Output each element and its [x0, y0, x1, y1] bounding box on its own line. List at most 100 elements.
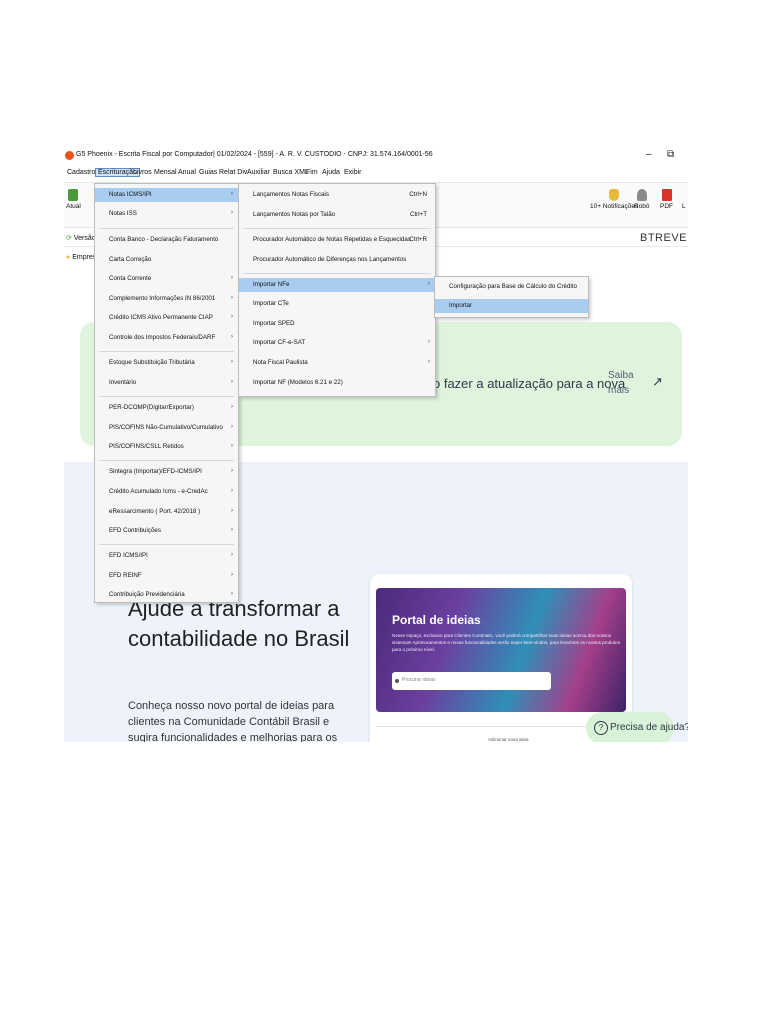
menu-exibir[interactable]: Exibir	[343, 169, 363, 176]
robot-button[interactable]: Robô	[634, 189, 650, 210]
menu-item-label: Contribuição Previdenciária	[109, 591, 185, 598]
atual-button[interactable]: Atual	[66, 189, 81, 210]
menu-item-per-dcomp[interactable]: PER-DCOMP(Digitar/Exportar) ›	[95, 401, 238, 415]
submenu-arrow-icon: ›	[230, 526, 233, 533]
menu-item-label: Estoque Substituição Tributária	[109, 359, 195, 366]
menu-item-label: Complemento Informações IN 86/2001	[109, 295, 216, 302]
menu-item-credito-icms-ciap[interactable]: Crédito ICMS Ativo Permanente CIAP ›	[95, 311, 238, 325]
menu-separator	[243, 228, 431, 229]
portal-title: Portal de ideias	[392, 613, 481, 627]
notification-hand-icon	[609, 189, 620, 201]
menu-guias[interactable]: Guias	[198, 169, 218, 176]
menu-item-efd-icms-ipi[interactable]: EFD ICMS/IPI ›	[95, 549, 238, 563]
submenu-arrow-icon: ›	[230, 423, 233, 430]
minimize-button[interactable]: –	[646, 149, 652, 160]
menu-item-credito-acumulado[interactable]: Crédito Acumulado Icms - e-CredAc ›	[95, 485, 238, 499]
menu-item-label: Importar	[449, 302, 473, 309]
submenu-arrow-icon: ›	[230, 403, 233, 410]
menu-item-pis-cofins[interactable]: PIS/COFINS Não-Cumulativo/Cumulativo ›	[95, 421, 238, 435]
menu-item-nota-fiscal-paulista[interactable]: Nota Fiscal Paulista ›	[239, 356, 435, 370]
brand-logo: BTREVE	[639, 232, 687, 244]
saiba-mais-link[interactable]: Saiba mais	[608, 368, 648, 398]
menu-livros[interactable]: Livros	[132, 169, 153, 176]
restore-button[interactable]: ⧉	[667, 149, 674, 160]
menu-item-label: PIS/COFINS Não-Cumulativo/Cumulativo	[109, 424, 223, 431]
notas-icms-ipi-submenu: Lançamentos Notas Fiscais Ctrl+N Lançame…	[238, 183, 436, 397]
menu-item-procurador-diferencas[interactable]: Procurador Automático de Diferenças nos …	[239, 253, 435, 267]
menu-auxiliar[interactable]: Auxiliar	[246, 169, 271, 176]
submenu-arrow-icon: ›	[230, 294, 233, 301]
menu-item-importar-cfe-sat[interactable]: Importar CF-e-SAT ›	[239, 336, 435, 350]
menu-item-complemento-informacoes[interactable]: Complemento Informações IN 86/2001 ›	[95, 292, 238, 306]
portal-search-input[interactable]: Procurar ideias	[392, 672, 551, 690]
menu-cadastro[interactable]: Cadastro	[66, 169, 96, 176]
version-tab[interactable]: ⟳ Versão	[66, 234, 96, 242]
submenu-arrow-icon: ›	[427, 358, 430, 365]
menu-item-lancamentos-notas-talao[interactable]: Lançamentos Notas por Talão Ctrl+T	[239, 208, 435, 222]
external-arrow-icon[interactable]: ↗	[652, 374, 663, 390]
menu-item-procurador-notas-repetidas[interactable]: Procurador Automático de Notas Repetidas…	[239, 233, 435, 247]
menu-item-label: Nota Fiscal Paulista	[253, 359, 308, 366]
update-icon	[68, 189, 79, 201]
menu-separator	[99, 460, 234, 461]
submenu-arrow-icon: ›	[230, 507, 233, 514]
portal-subtitle: Nesse espaço, exclusivo para Clientes Co…	[392, 633, 621, 652]
menu-item-contribuicao-previdenciaria[interactable]: Contribuição Previdenciária ›	[95, 588, 238, 602]
title-bar: G5 Phoenix - Escrita Fiscal por Computad…	[64, 146, 688, 166]
submenu-arrow-icon: ›	[427, 280, 430, 287]
importar-nfe-submenu: Configuração para Base de Cálculo do Cré…	[434, 276, 589, 318]
menu-ajuda[interactable]: Ajuda	[321, 169, 341, 176]
submenu-arrow-icon: ›	[230, 442, 233, 449]
extra-button[interactable]: L	[682, 203, 686, 210]
shortcut-label: Ctrl+R	[409, 236, 427, 243]
submenu-arrow-icon: ›	[230, 333, 233, 340]
submenu-arrow-icon: ›	[230, 274, 233, 281]
menu-separator	[99, 228, 234, 229]
menu-item-conta-banco[interactable]: Conta Banco - Declaração Faturamento	[95, 233, 238, 247]
menu-item-conta-corrente[interactable]: Conta Corrente ›	[95, 272, 238, 286]
menu-anual[interactable]: Anual	[177, 169, 197, 176]
menu-item-label: Conta Banco - Declaração Faturamento	[109, 236, 219, 243]
menu-item-label: Carta Correção	[109, 256, 152, 263]
menu-item-inventario[interactable]: Inventário ›	[95, 376, 238, 390]
menu-item-carta-correcao[interactable]: Carta Correção	[95, 253, 238, 267]
pdf-button[interactable]: PDF	[660, 189, 673, 210]
menu-item-importar-nfe[interactable]: Importar NFe ›	[239, 278, 435, 292]
submenu-arrow-icon: ›	[230, 313, 233, 320]
menu-item-label: Inventário	[109, 379, 137, 386]
menu-item-label: EFD ICMS/IPI	[109, 552, 148, 559]
company-label: Empres	[72, 254, 97, 261]
menu-item-label: Crédito Acumulado Icms - e-CredAc	[109, 488, 208, 495]
menu-item-sintegra[interactable]: Sintegra (Importar)/EFD-ICMS/IPI ›	[95, 465, 238, 479]
menu-item-eressarcimento[interactable]: eRessarcimento ( Port. 42/2018 ) ›	[95, 505, 238, 519]
menu-item-controle-impostos[interactable]: Controle dos Impostos Federais/DARF ›	[95, 331, 238, 345]
submenu-arrow-icon: ›	[230, 571, 233, 578]
promo-heading: Ajude a transformar a contabilidade no B…	[128, 596, 350, 651]
menu-item-estoque-st[interactable]: Estoque Substituição Tributária ›	[95, 356, 238, 370]
menu-item-importar-cte[interactable]: Importar CTe	[239, 297, 435, 311]
notifications-button[interactable]: 10+ Notificações	[590, 189, 638, 210]
menu-item-label: Notas ISS	[109, 210, 137, 217]
menu-separator	[99, 351, 234, 352]
version-icon: ⟳	[66, 235, 72, 242]
menu-fim[interactable]: Fim	[305, 169, 319, 176]
menu-item-pis-cofins-csll-retidos[interactable]: PIS/COFINS/CSLL Retidos ›	[95, 440, 238, 454]
help-button[interactable]: ? Precisa de ajuda?	[586, 712, 688, 742]
submenu-arrow-icon: ›	[230, 487, 233, 494]
menu-item-label: EFD REINF	[109, 572, 142, 579]
menu-item-label: Conta Corrente	[109, 275, 152, 282]
menu-item-configuracao-base-calculo[interactable]: Configuração para Base de Cálculo do Cré…	[435, 280, 588, 294]
menu-item-importar[interactable]: Importar	[435, 299, 588, 313]
menu-mensal[interactable]: Mensal	[153, 169, 178, 176]
menu-item-lancamentos-notas-fiscais[interactable]: Lançamentos Notas Fiscais Ctrl+N	[239, 188, 435, 202]
menu-item-efd-contribuicoes[interactable]: EFD Contribuições ›	[95, 524, 238, 538]
pdf-label: PDF	[660, 203, 673, 210]
company-tab[interactable]: ● Empres	[66, 254, 96, 261]
menu-item-notas-iss[interactable]: Notas ISS ›	[95, 207, 238, 221]
add-idea-label[interactable]: Adicionar nova ideia	[488, 737, 529, 742]
menu-item-efd-reinf[interactable]: EFD REINF ›	[95, 569, 238, 583]
menu-item-notas-icms-ipi[interactable]: Notas ICMS/IPI ›	[95, 188, 238, 202]
menu-item-importar-nf-modelos[interactable]: Importar NF (Modelos 6.21 e 22)	[239, 376, 435, 390]
menu-item-importar-sped[interactable]: Importar SPED	[239, 317, 435, 331]
menu-relat-div[interactable]: Relat Div	[218, 169, 248, 176]
